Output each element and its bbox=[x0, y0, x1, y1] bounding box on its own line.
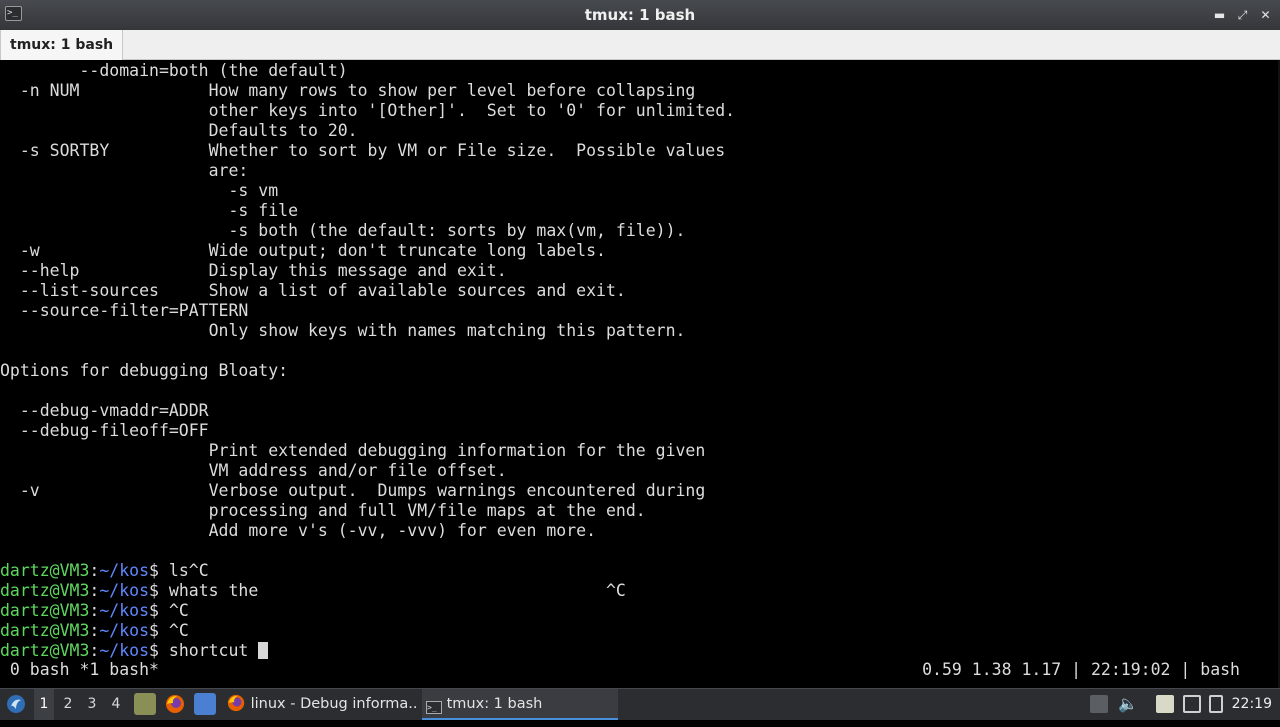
terminal-line: -w Wide output; don't truncate long labe… bbox=[0, 241, 606, 260]
terminal-line: --domain=both (the default) bbox=[0, 61, 348, 80]
prompt-sep: : bbox=[89, 641, 100, 660]
firefox-icon bbox=[166, 695, 184, 713]
workspace-2[interactable]: 2 bbox=[58, 689, 78, 720]
window-title: tmux: 1 bash bbox=[584, 6, 696, 24]
prompt-sign: $ bbox=[149, 581, 169, 600]
taskbar: 1 2 3 4 linux - Debug informa... >_ tmux… bbox=[0, 688, 1280, 720]
terminal-line: VM address and/or file offset. bbox=[0, 461, 507, 480]
prompt-path: ~/kos bbox=[99, 561, 150, 580]
start-menu-button[interactable] bbox=[5, 693, 27, 715]
prompt-command: whats the ^C bbox=[168, 581, 626, 600]
terminal-line: -s vm bbox=[0, 181, 279, 200]
prompt-command: ^C bbox=[168, 601, 189, 620]
terminal-line: Only show keys with names matching this … bbox=[0, 321, 686, 340]
desktop-launcher-icon[interactable] bbox=[194, 693, 216, 715]
tab-bar: tmux: 1 bash bbox=[0, 30, 1280, 60]
tmux-window-list[interactable]: 0 bash *1 bash* bbox=[0, 660, 159, 680]
window-controls: ▬ ⤢ ✕ bbox=[1213, 0, 1272, 30]
workspace-1[interactable]: 1 bbox=[34, 689, 54, 720]
terminal-line: --debug-vmaddr=ADDR bbox=[0, 401, 209, 420]
tray-keyboard-icon[interactable] bbox=[1090, 695, 1108, 713]
workspace-4[interactable]: 4 bbox=[106, 689, 126, 720]
prompt-path: ~/kos bbox=[99, 581, 150, 600]
task-label: linux - Debug informa... bbox=[250, 696, 418, 712]
task-firefox[interactable]: linux - Debug informa... bbox=[222, 689, 418, 720]
terminal-line: --source-filter=PATTERN bbox=[0, 301, 249, 320]
task-label: tmux: 1 bash bbox=[446, 696, 543, 712]
distro-logo-icon bbox=[7, 695, 25, 713]
prompt-line: dartz@VM3:~/kos$ shortcut bbox=[0, 641, 735, 661]
tab-tmux-bash[interactable]: tmux: 1 bash bbox=[0, 30, 124, 60]
terminal-line: --debug-fileoff=OFF bbox=[0, 421, 209, 440]
prompt-user: dartz@VM3 bbox=[0, 621, 90, 640]
clock[interactable]: 22:19 bbox=[1232, 689, 1272, 720]
terminal-line: are: bbox=[0, 161, 249, 180]
terminal-line: other keys into '[Other]'. Set to '0' fo… bbox=[0, 101, 736, 120]
prompt-user: dartz@VM3 bbox=[0, 581, 90, 600]
battery-icon[interactable] bbox=[1209, 695, 1223, 713]
volume-icon[interactable]: 🔈 bbox=[1118, 695, 1138, 713]
prompt-line: dartz@VM3:~/kos$ ^C bbox=[0, 601, 735, 621]
prompt-sign: $ bbox=[149, 641, 169, 660]
tmux-status-right: 0.59 1.38 1.17 | 22:19:02 | bash bbox=[922, 660, 1240, 679]
minimize-button[interactable]: ▬ bbox=[1213, 8, 1226, 22]
prompt-sign: $ bbox=[149, 621, 169, 640]
firefox-icon bbox=[227, 694, 245, 712]
prompt-user: dartz@VM3 bbox=[0, 561, 90, 580]
prompt-sep: : bbox=[89, 561, 100, 580]
prompt-sign: $ bbox=[149, 561, 169, 580]
terminal-view[interactable]: --domain=both (the default) -n NUM How m… bbox=[0, 60, 1280, 688]
terminal-line: Print extended debugging information for… bbox=[0, 441, 706, 460]
terminal-output: --domain=both (the default) -n NUM How m… bbox=[0, 61, 735, 661]
prompt-sep: : bbox=[89, 601, 100, 620]
terminal-line: --help Display this message and exit. bbox=[0, 261, 507, 280]
prompt-sep: : bbox=[89, 581, 100, 600]
task-terminal[interactable]: >_ tmux: 1 bash bbox=[422, 689, 618, 720]
window-titlebar[interactable]: >_ tmux: 1 bash ▬ ⤢ ✕ bbox=[0, 0, 1280, 31]
prompt-path: ~/kos bbox=[99, 641, 150, 660]
prompt-path: ~/kos bbox=[99, 601, 150, 620]
text-cursor bbox=[258, 642, 269, 659]
terminal-line: -n NUM How many rows to show per level b… bbox=[0, 81, 696, 100]
tmux-status-bar: 0 bash *1 bash* 0.59 1.38 1.17 | 22:19:0… bbox=[0, 660, 1280, 680]
prompt-command: ^C bbox=[168, 621, 189, 640]
prompt-user: dartz@VM3 bbox=[0, 601, 90, 620]
prompt-line: dartz@VM3:~/kos$ ls^C bbox=[0, 561, 735, 581]
prompt-line: dartz@VM3:~/kos$ ^C bbox=[0, 621, 735, 641]
terminal-line: -v Verbose output. Dumps warnings encoun… bbox=[0, 481, 706, 500]
terminal-line: -s SORTBY Whether to sort by VM or File … bbox=[0, 141, 726, 160]
prompt-command: shortcut bbox=[168, 641, 259, 660]
terminal-line: Options for debugging Bloaty: bbox=[0, 361, 289, 380]
terminal-line: --list-sources Show a list of available … bbox=[0, 281, 626, 300]
terminal-line: Add more v's (-vv, -vvv) for even more. bbox=[0, 521, 597, 540]
workspace-3[interactable]: 3 bbox=[82, 689, 102, 720]
prompt-path: ~/kos bbox=[99, 621, 150, 640]
prompt-line: dartz@VM3:~/kos$ whats the ^C bbox=[0, 581, 735, 601]
terminal-icon: >_ bbox=[426, 701, 442, 714]
prompt-sign: $ bbox=[149, 601, 169, 620]
network-icon[interactable] bbox=[1183, 695, 1201, 713]
terminal-line: Defaults to 20. bbox=[0, 121, 358, 140]
maximize-button[interactable]: ⤢ bbox=[1236, 8, 1249, 22]
firefox-launcher-icon[interactable] bbox=[164, 693, 186, 715]
terminal-line: processing and full VM/file maps at the … bbox=[0, 501, 646, 520]
terminal-line: -s file bbox=[0, 201, 299, 220]
terminal-line: -s both (the default: sorts by max(vm, f… bbox=[0, 221, 686, 240]
prompt-user: dartz@VM3 bbox=[0, 641, 90, 660]
close-button[interactable]: ✕ bbox=[1259, 8, 1272, 22]
clipboard-icon[interactable] bbox=[1156, 695, 1174, 713]
file-manager-launcher-icon[interactable] bbox=[134, 693, 156, 715]
prompt-sep: : bbox=[89, 621, 100, 640]
prompt-command: ls^C bbox=[168, 561, 209, 580]
